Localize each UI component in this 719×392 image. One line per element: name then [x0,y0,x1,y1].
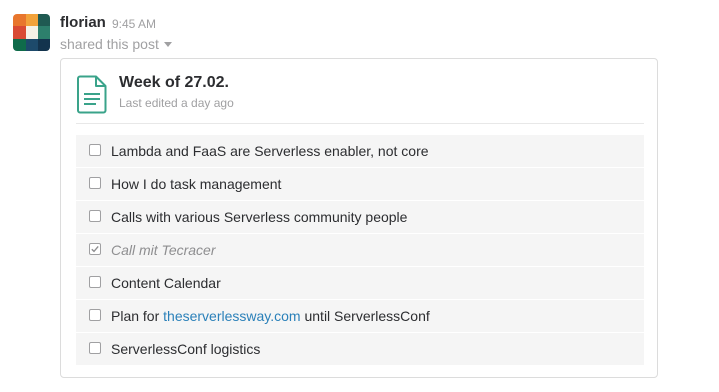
checkbox[interactable] [89,309,101,321]
task-item: ServerlessConf logistics [76,333,644,365]
checkmark-icon [91,245,99,253]
task-item: Content Calendar [76,267,644,299]
checkbox[interactable] [89,144,101,156]
author-name[interactable]: florian [60,14,106,32]
caret-down-icon [163,41,172,47]
task-item: Calls with various Serverless community … [76,201,644,233]
task-item-completed: Call mit Tecracer [76,234,644,266]
timestamp[interactable]: 9:45 AM [112,17,156,31]
document-icon [77,75,107,114]
post-last-edited: Last edited a day ago [119,96,234,110]
task-label-suffix: until ServerlessConf [300,308,430,324]
avatar[interactable] [13,14,50,51]
task-item: How I do task management [76,168,644,200]
task-item: Lambda and FaaS are Serverless enabler, … [76,135,644,167]
divider [76,123,644,124]
task-label: Call mit Tecracer [111,242,216,258]
task-list: Lambda and FaaS are Serverless enabler, … [76,135,644,366]
checkbox[interactable] [89,177,101,189]
task-item: Plan for theserverlessway.com until Serv… [76,300,644,332]
shared-text: shared this post [60,36,159,52]
checkbox[interactable] [89,276,101,288]
checkbox[interactable] [89,342,101,354]
shared-post-menu[interactable]: shared this post [60,36,172,52]
task-link[interactable]: theserverlessway.com [163,308,300,324]
task-label: Calls with various Serverless community … [111,209,408,225]
task-label: Plan for theserverlessway.com until Serv… [111,308,430,324]
checkbox-checked[interactable] [89,243,101,255]
task-label-prefix: Plan for [111,308,164,324]
task-label: ServerlessConf logistics [111,341,261,357]
post-title[interactable]: Week of 27.02. [119,73,229,93]
task-label: Lambda and FaaS are Serverless enabler, … [111,143,429,159]
task-label: How I do task management [111,176,282,192]
message: florian 9:45 AM shared this post Week of… [0,0,719,392]
checkbox[interactable] [89,210,101,222]
task-label: Content Calendar [111,275,221,291]
post-card[interactable]: Week of 27.02. Last edited a day ago Lam… [60,58,658,378]
